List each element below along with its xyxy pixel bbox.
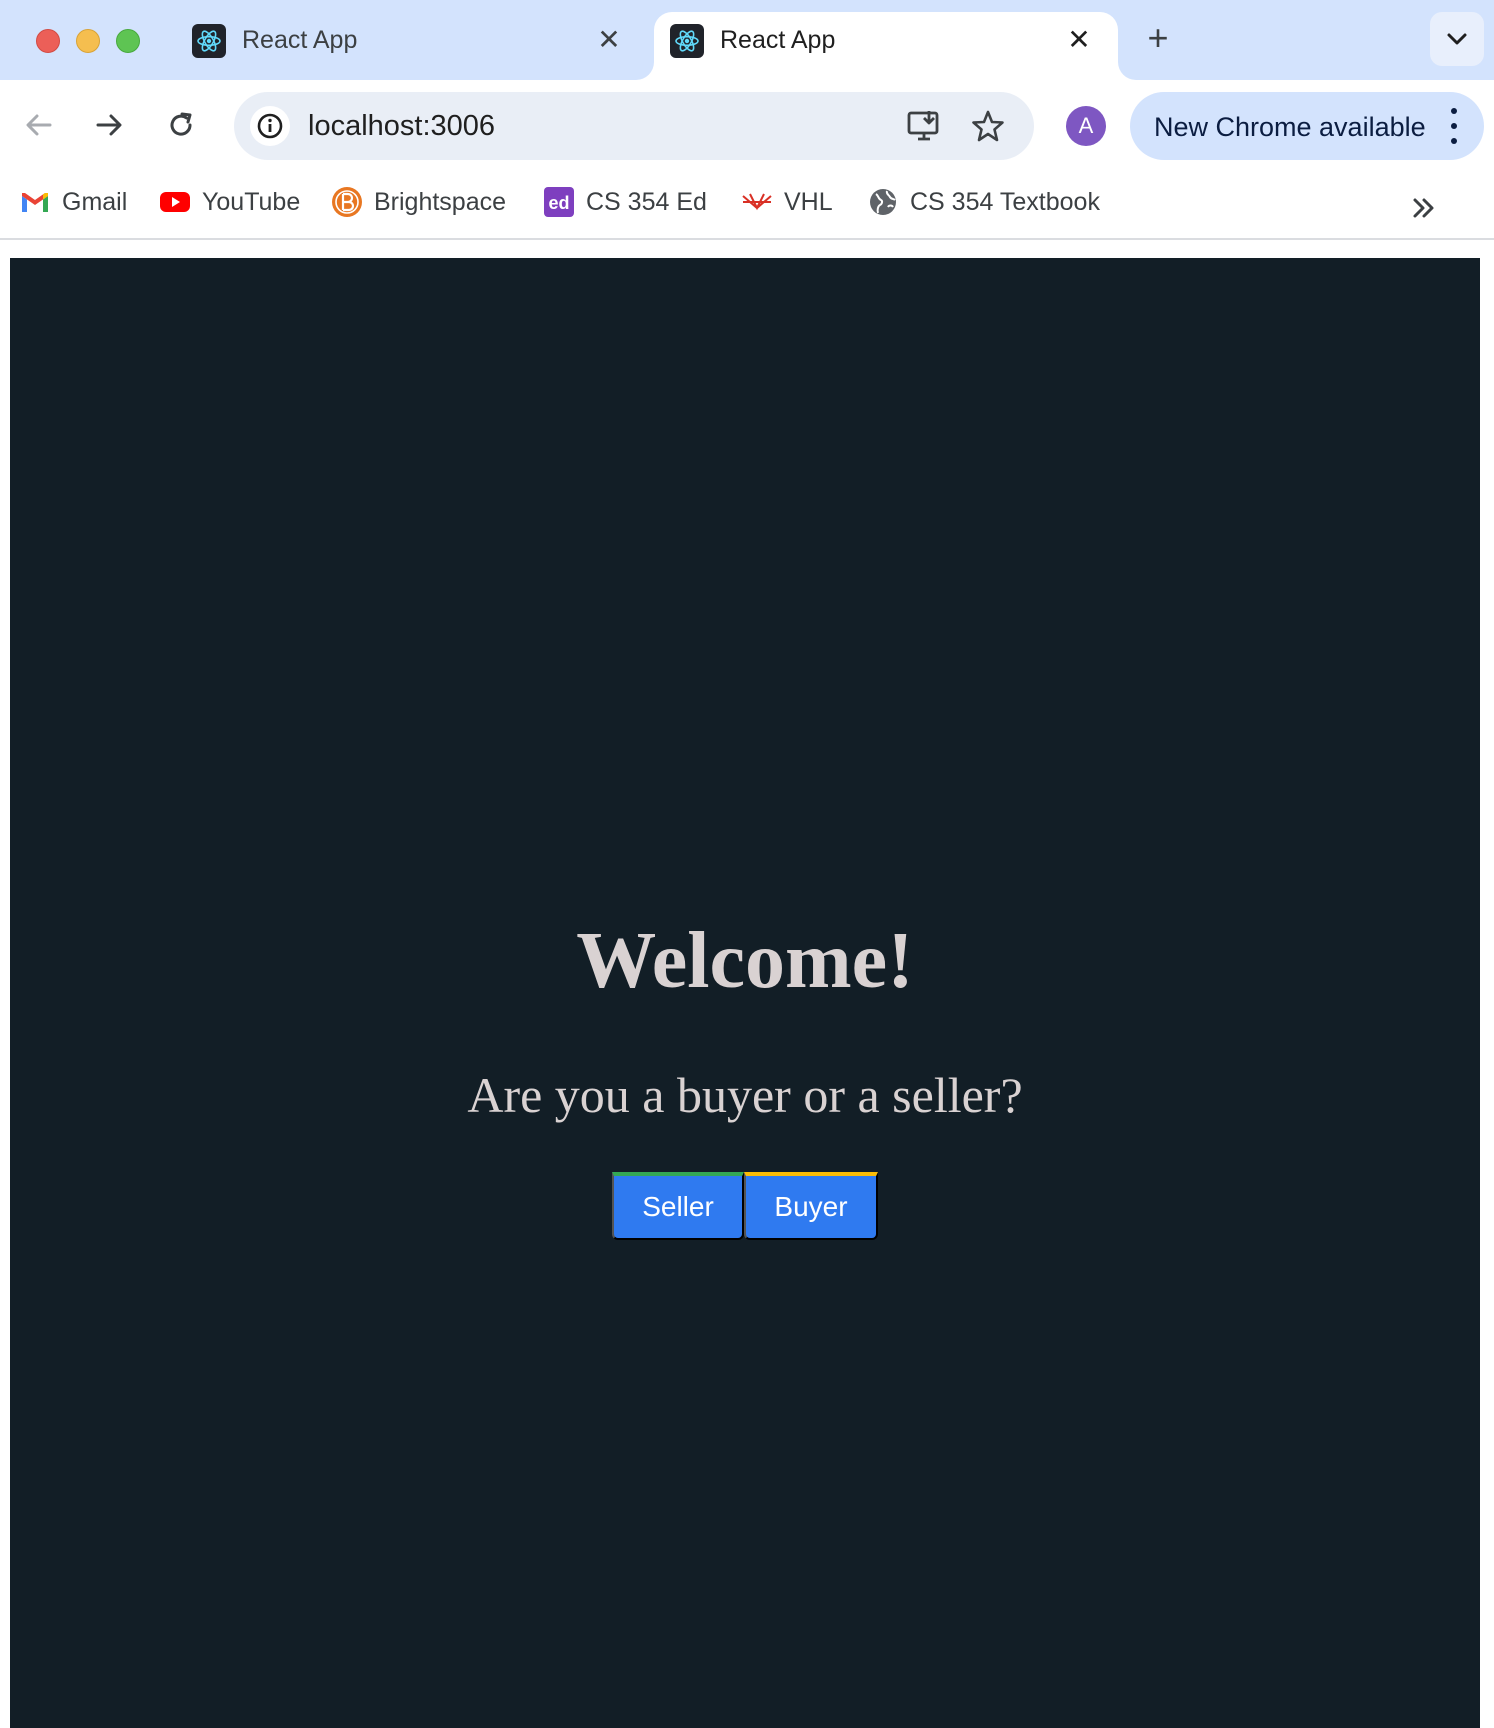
bookmark-vhl[interactable]: VHL	[740, 184, 833, 220]
bookmark-label: VHL	[784, 187, 833, 216]
more-bookmarks-button[interactable]	[1406, 190, 1442, 226]
buyer-button[interactable]: Buyer	[744, 1172, 878, 1240]
install-app-icon[interactable]	[904, 106, 944, 146]
kebab-menu-icon[interactable]	[1444, 108, 1464, 144]
profile-avatar[interactable]: A	[1066, 106, 1106, 146]
gmail-icon	[18, 185, 52, 219]
site-info-icon[interactable]	[250, 106, 290, 146]
double-chevron-right-icon	[1413, 198, 1434, 218]
minimize-window-button[interactable]	[76, 29, 100, 53]
back-button[interactable]	[16, 102, 62, 148]
close-icon[interactable]: ✕	[594, 24, 624, 55]
tab-react-app-1[interactable]: React App ✕	[176, 12, 652, 80]
tab-react-app-2[interactable]: React App ✕	[654, 12, 1118, 80]
forward-arrow-icon	[96, 114, 122, 136]
react-icon	[670, 24, 704, 58]
react-icon	[192, 24, 226, 58]
url-text: localhost:3006	[308, 110, 496, 142]
tab-search-button[interactable]	[1430, 12, 1484, 66]
tab-strip: React App ✕ React App ✕ +	[0, 0, 1494, 80]
star-icon[interactable]	[968, 106, 1008, 146]
youtube-icon	[158, 185, 192, 219]
svg-text:ed: ed	[548, 193, 569, 213]
browser-toolbar: localhost:3006 A New Chrome available	[0, 80, 1494, 170]
address-bar[interactable]: localhost:3006	[234, 92, 1034, 160]
bookmark-cs354-ed[interactable]: ed CS 354 Ed	[542, 184, 707, 220]
vhl-icon	[740, 185, 774, 219]
role-button-group: Seller Buyer	[612, 1172, 878, 1240]
ed-icon: ed	[542, 185, 576, 219]
close-icon[interactable]: ✕	[1064, 24, 1094, 55]
forward-button[interactable]	[86, 102, 132, 148]
close-window-button[interactable]	[36, 29, 60, 53]
globe-icon	[866, 185, 900, 219]
browser-window: React App ✕ React App ✕ + localhost:3006…	[0, 0, 1494, 1728]
seller-button[interactable]: Seller	[612, 1172, 744, 1240]
page-content: Welcome! Are you a buyer or a seller? Se…	[10, 258, 1480, 1728]
bookmarks-bar: Gmail YouTube Brightspace ed CS 354 Ed V…	[0, 170, 1494, 240]
welcome-heading: Welcome!	[576, 917, 914, 1005]
bookmark-gmail[interactable]: Gmail	[18, 184, 127, 220]
back-arrow-icon	[26, 114, 52, 136]
maximize-window-button[interactable]	[116, 29, 140, 53]
bookmark-cs354-textbook[interactable]: CS 354 Textbook	[866, 184, 1100, 220]
update-label: New Chrome available	[1154, 112, 1426, 142]
reload-icon	[170, 112, 192, 136]
bookmark-brightspace[interactable]: Brightspace	[330, 184, 506, 220]
bookmark-label: YouTube	[202, 187, 301, 216]
bookmark-label: Gmail	[62, 187, 128, 216]
bookmark-label: CS 354 Textbook	[910, 187, 1100, 216]
tab-title: React App	[720, 26, 836, 54]
tab-title: React App	[242, 26, 358, 54]
brightspace-icon	[330, 185, 364, 219]
chrome-update-button[interactable]: New Chrome available	[1130, 92, 1484, 160]
reload-button[interactable]	[158, 102, 204, 148]
new-tab-button[interactable]: +	[1140, 20, 1176, 56]
bookmark-label: CS 354 Ed	[586, 187, 707, 216]
role-question: Are you a buyer or a seller?	[467, 1067, 1023, 1123]
bookmark-label: Brightspace	[374, 187, 507, 216]
bookmark-youtube[interactable]: YouTube	[158, 184, 300, 220]
chevron-down-icon	[1447, 33, 1467, 45]
